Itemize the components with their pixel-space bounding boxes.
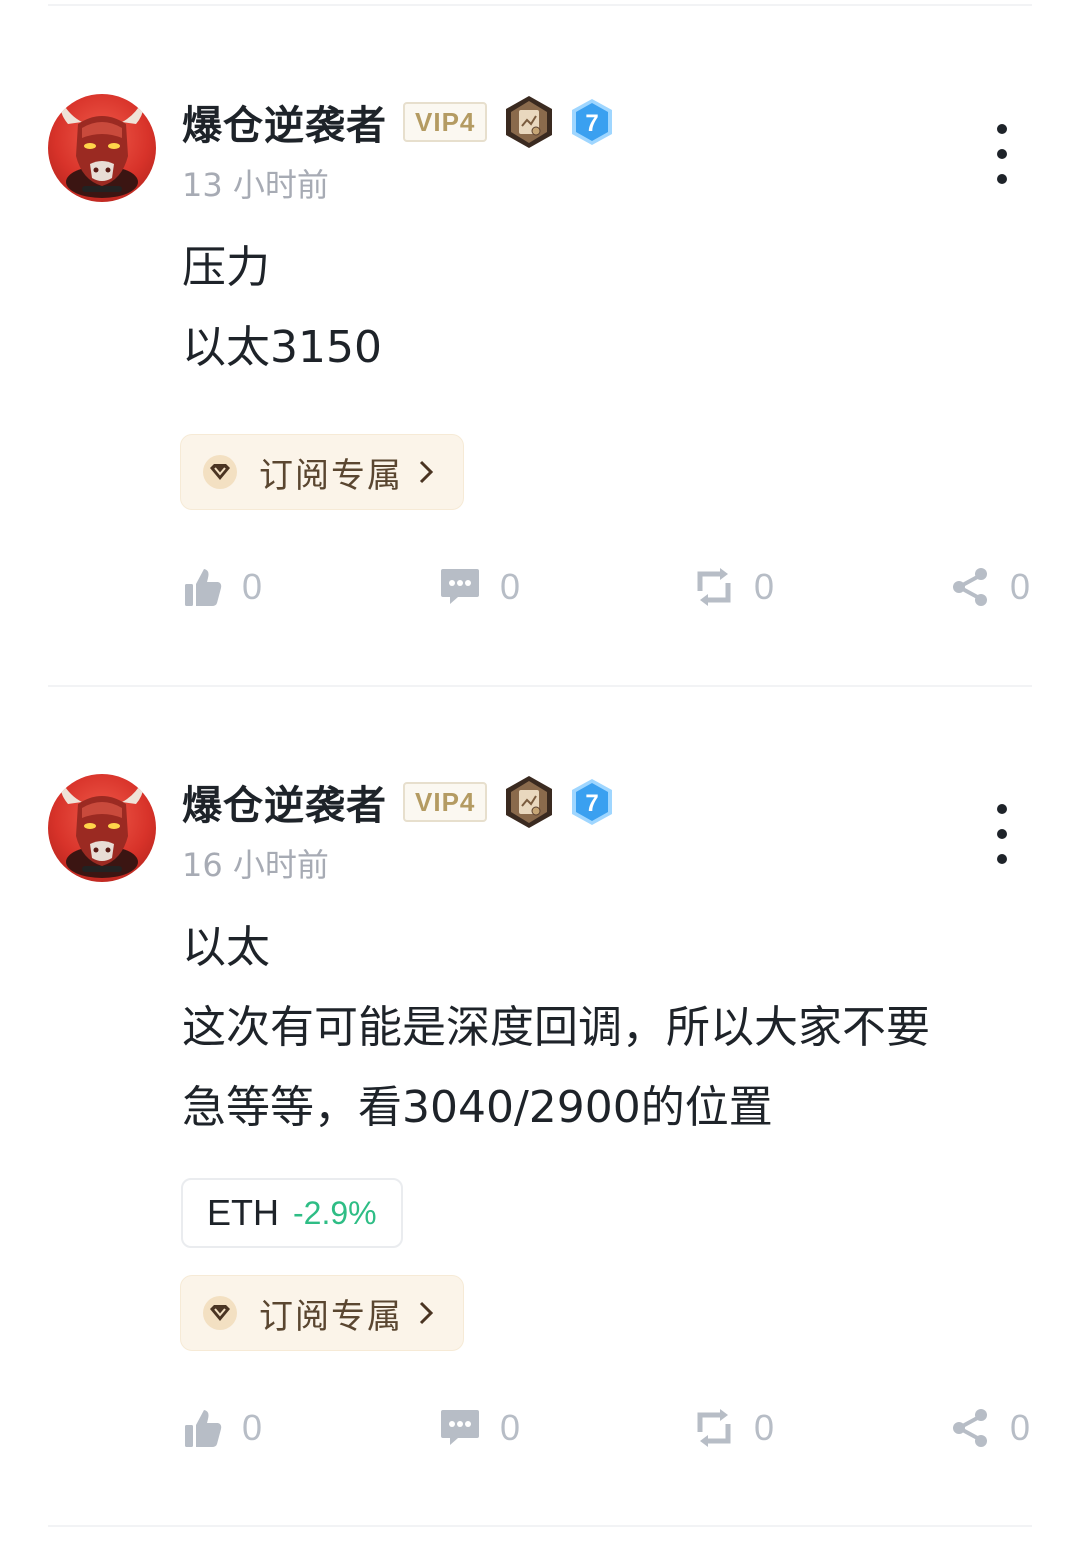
bull-avatar-icon [60, 102, 144, 198]
ticker-symbol: ETH [207, 1192, 279, 1233]
comment-icon [441, 1410, 479, 1445]
level-badge-icon: 7 [572, 99, 613, 145]
share-icon [953, 568, 987, 606]
subscribe-exclusive-button[interactable]: 订阅专属 [180, 434, 464, 510]
repost-button[interactable]: 0 [694, 562, 774, 612]
divider [48, 1525, 1032, 1527]
share-count: 0 [1010, 566, 1031, 607]
content-line: 急等等，看3040/2900的位置 [182, 1082, 773, 1133]
share-count: 0 [1010, 1407, 1031, 1448]
action-bar: 0 0 0 0 [0, 1403, 1080, 1453]
svg-text:7: 7 [586, 110, 599, 137]
achievement-badge-icon [506, 776, 553, 828]
like-count: 0 [242, 1407, 263, 1448]
thumbs-up-icon [185, 569, 222, 606]
share-icon [953, 1409, 987, 1447]
comment-button[interactable]: 0 [440, 1403, 520, 1453]
level-badge-icon: 7 [572, 779, 613, 825]
diamond-icon [203, 455, 237, 489]
like-button[interactable]: 0 [184, 1403, 262, 1453]
avatar[interactable] [48, 774, 156, 882]
like-button[interactable]: 0 [184, 562, 262, 612]
author-row: 爆仓逆袭者 VIP4 7 [182, 94, 615, 150]
svg-text:7: 7 [586, 790, 599, 817]
divider [48, 4, 1032, 6]
content-line: 压力 [182, 242, 270, 293]
avatar[interactable] [48, 94, 156, 202]
comment-icon [441, 569, 479, 604]
achievement-badge-icon [506, 96, 553, 148]
post-time: 13 小时前 [182, 166, 329, 204]
vip-badge: VIP4 [403, 102, 488, 142]
repost-count: 0 [754, 566, 775, 607]
author-row: 爆仓逆袭者 VIP4 7 [182, 774, 615, 830]
repost-count: 0 [754, 1407, 775, 1448]
subscribe-label: 订阅专属 [259, 455, 403, 496]
diamond-icon [203, 1296, 237, 1330]
share-button[interactable]: 0 [950, 562, 1030, 612]
post-content: 压力 以太3150 [182, 228, 382, 388]
vip-badge: VIP4 [403, 782, 488, 822]
username[interactable]: 爆仓逆袭者 [182, 773, 387, 831]
ticker-chip[interactable]: ETH -2.9% [181, 1178, 403, 1248]
content-line: 以太 [182, 922, 270, 973]
content-line: 以太3150 [182, 322, 382, 373]
post-content: 以太 这次有可能是深度回调，所以大家不要 急等等，看3040/2900的位置 [182, 908, 930, 1148]
subscribe-exclusive-button[interactable]: 订阅专属 [180, 1275, 464, 1351]
ticker-change: -2.9% [293, 1194, 377, 1231]
like-count: 0 [242, 566, 263, 607]
share-button[interactable]: 0 [950, 1403, 1030, 1453]
repost-icon [697, 568, 731, 606]
repost-icon [697, 1409, 731, 1447]
subscribe-label: 订阅专属 [259, 1296, 403, 1337]
username[interactable]: 爆仓逆袭者 [182, 93, 387, 151]
post-feed: 爆仓逆袭者 VIP4 7 13 小时前 压力 以太3150 订阅专属 0 0 0… [0, 0, 1080, 1552]
bull-avatar-icon [60, 782, 144, 878]
divider [48, 685, 1032, 687]
content-line: 这次有可能是深度回调，所以大家不要 [182, 1002, 930, 1053]
thumbs-up-icon [185, 1410, 222, 1447]
comment-count: 0 [500, 1407, 521, 1448]
repost-button[interactable]: 0 [694, 1403, 774, 1453]
action-bar: 0 0 0 0 [0, 562, 1080, 612]
post-time: 16 小时前 [182, 846, 329, 884]
comment-count: 0 [500, 566, 521, 607]
more-vertical-icon[interactable] [990, 124, 1014, 184]
chevron-right-icon [419, 460, 434, 484]
chevron-right-icon [419, 1301, 434, 1325]
more-vertical-icon[interactable] [990, 804, 1014, 864]
comment-button[interactable]: 0 [440, 562, 520, 612]
